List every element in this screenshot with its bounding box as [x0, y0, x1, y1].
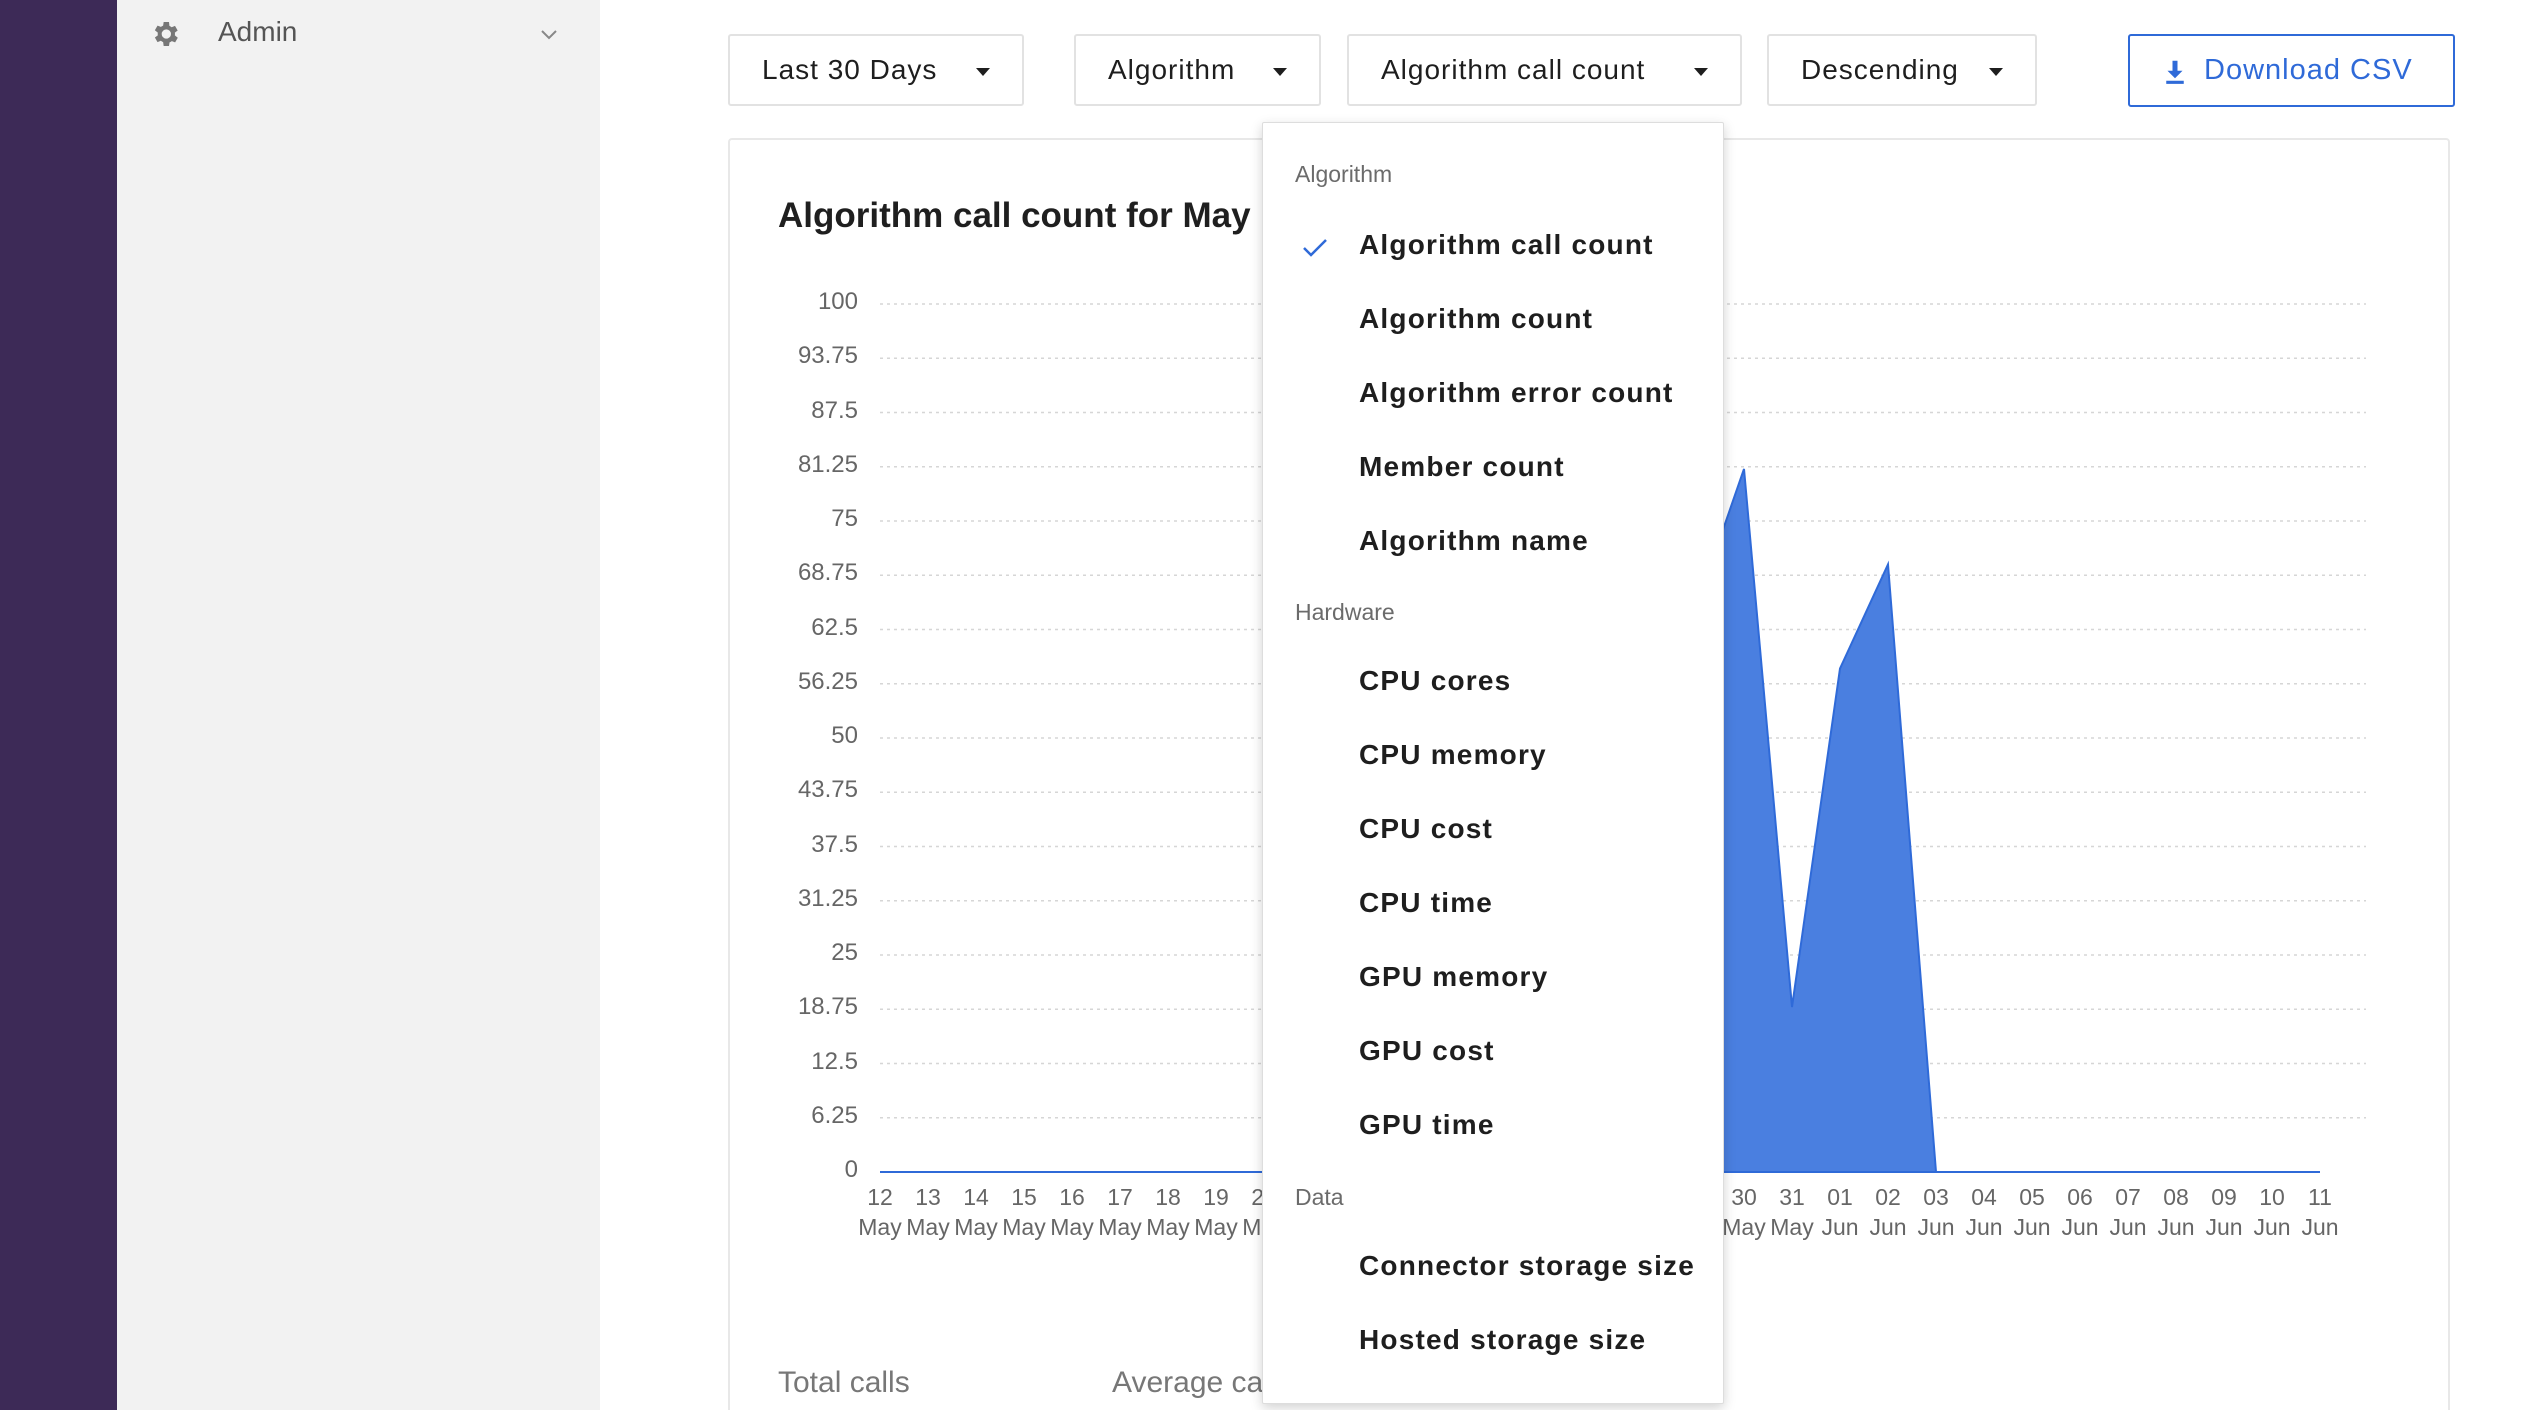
- menu-group-label: Algorithm: [1295, 161, 1393, 187]
- menu-item-label: Algorithm name: [1359, 525, 1589, 556]
- x-tick-label: 30 May: [1722, 1184, 1766, 1240]
- menu-item-cpu-cores[interactable]: CPU cores: [1263, 651, 1725, 715]
- menu-item-member-count[interactable]: Member count: [1263, 437, 1725, 501]
- x-tick-label: 02 Jun: [1869, 1184, 1907, 1240]
- menu-item-label: Algorithm error count: [1359, 377, 1674, 408]
- x-tick-label: 16 May: [1050, 1184, 1094, 1240]
- menu-item-label: Algorithm count: [1359, 303, 1594, 334]
- x-tick-label: 15 May: [1002, 1184, 1046, 1240]
- menu-item-connector-storage-size[interactable]: Connector storage size: [1263, 1236, 1725, 1300]
- total-calls-label: Total calls: [778, 1366, 910, 1399]
- menu-item-label: CPU time: [1359, 887, 1494, 918]
- menu-item-label: CPU cost: [1359, 813, 1494, 844]
- x-tick-label: 07 Jun: [2109, 1184, 2147, 1240]
- menu-item-algorithm-name[interactable]: Algorithm name: [1263, 511, 1725, 575]
- menu-item-hosted-storage-size[interactable]: Hosted storage size: [1263, 1310, 1725, 1374]
- menu-item-label: Hosted storage size: [1359, 1324, 1647, 1355]
- metric-dropdown-menu: Algorithm Algorithm call count Algorithm c…: [1262, 122, 1724, 1404]
- menu-group-label: Data: [1295, 1184, 1344, 1210]
- menu-item-label: Connector storage size: [1359, 1250, 1696, 1281]
- menu-item-label: CPU cores: [1359, 665, 1512, 696]
- menu-item-algorithm-count[interactable]: Algorithm count: [1263, 289, 1725, 353]
- menu-item-gpu-memory[interactable]: GPU memory: [1263, 947, 1725, 1011]
- menu-item-algorithm-call-count[interactable]: Algorithm call count: [1263, 215, 1725, 279]
- menu-item-gpu-time[interactable]: GPU time: [1263, 1095, 1725, 1159]
- menu-item-gpu-cost[interactable]: GPU cost: [1263, 1021, 1725, 1085]
- x-tick-label: 31 May: [1770, 1184, 1814, 1240]
- menu-item-label: GPU cost: [1359, 1035, 1495, 1066]
- menu-group-label: Hardware: [1295, 599, 1395, 625]
- x-tick-label: 05 Jun: [2013, 1184, 2051, 1240]
- x-tick-label: 03 Jun: [1917, 1184, 1955, 1240]
- menu-item-algorithm-error-count[interactable]: Algorithm error count: [1263, 363, 1725, 427]
- menu-item-label: CPU memory: [1359, 739, 1547, 770]
- x-tick-label: 01 Jun: [1821, 1184, 1859, 1240]
- menu-item-cpu-cost[interactable]: CPU cost: [1263, 799, 1725, 863]
- x-tick-label: 11 Jun: [2301, 1184, 2339, 1240]
- menu-item-label: Member count: [1359, 451, 1565, 482]
- menu-item-cpu-memory[interactable]: CPU memory: [1263, 725, 1725, 789]
- menu-item-cpu-time[interactable]: CPU time: [1263, 873, 1725, 937]
- menu-item-label: GPU memory: [1359, 961, 1549, 992]
- menu-item-label: GPU time: [1359, 1109, 1495, 1140]
- x-tick-label: 19 May: [1194, 1184, 1238, 1240]
- x-tick-label: 08 Jun: [2157, 1184, 2195, 1240]
- x-tick-label: 18 May: [1146, 1184, 1190, 1240]
- x-tick-label: 12 May: [858, 1184, 902, 1240]
- x-tick-label: 10 Jun: [2253, 1184, 2291, 1240]
- x-tick-label: 04 Jun: [1965, 1184, 2003, 1240]
- x-tick-label: 06 Jun: [2061, 1184, 2099, 1240]
- checkmark-icon: [1303, 239, 1327, 257]
- average-calls-label: Average ca: [1112, 1366, 1264, 1399]
- x-tick-label: 13 May: [906, 1184, 950, 1240]
- x-tick-label: 09 Jun: [2205, 1184, 2243, 1240]
- menu-item-label: Algorithm call count: [1359, 229, 1654, 260]
- x-tick-label: 14 May: [954, 1184, 998, 1240]
- x-tick-label: 17 May: [1098, 1184, 1142, 1240]
